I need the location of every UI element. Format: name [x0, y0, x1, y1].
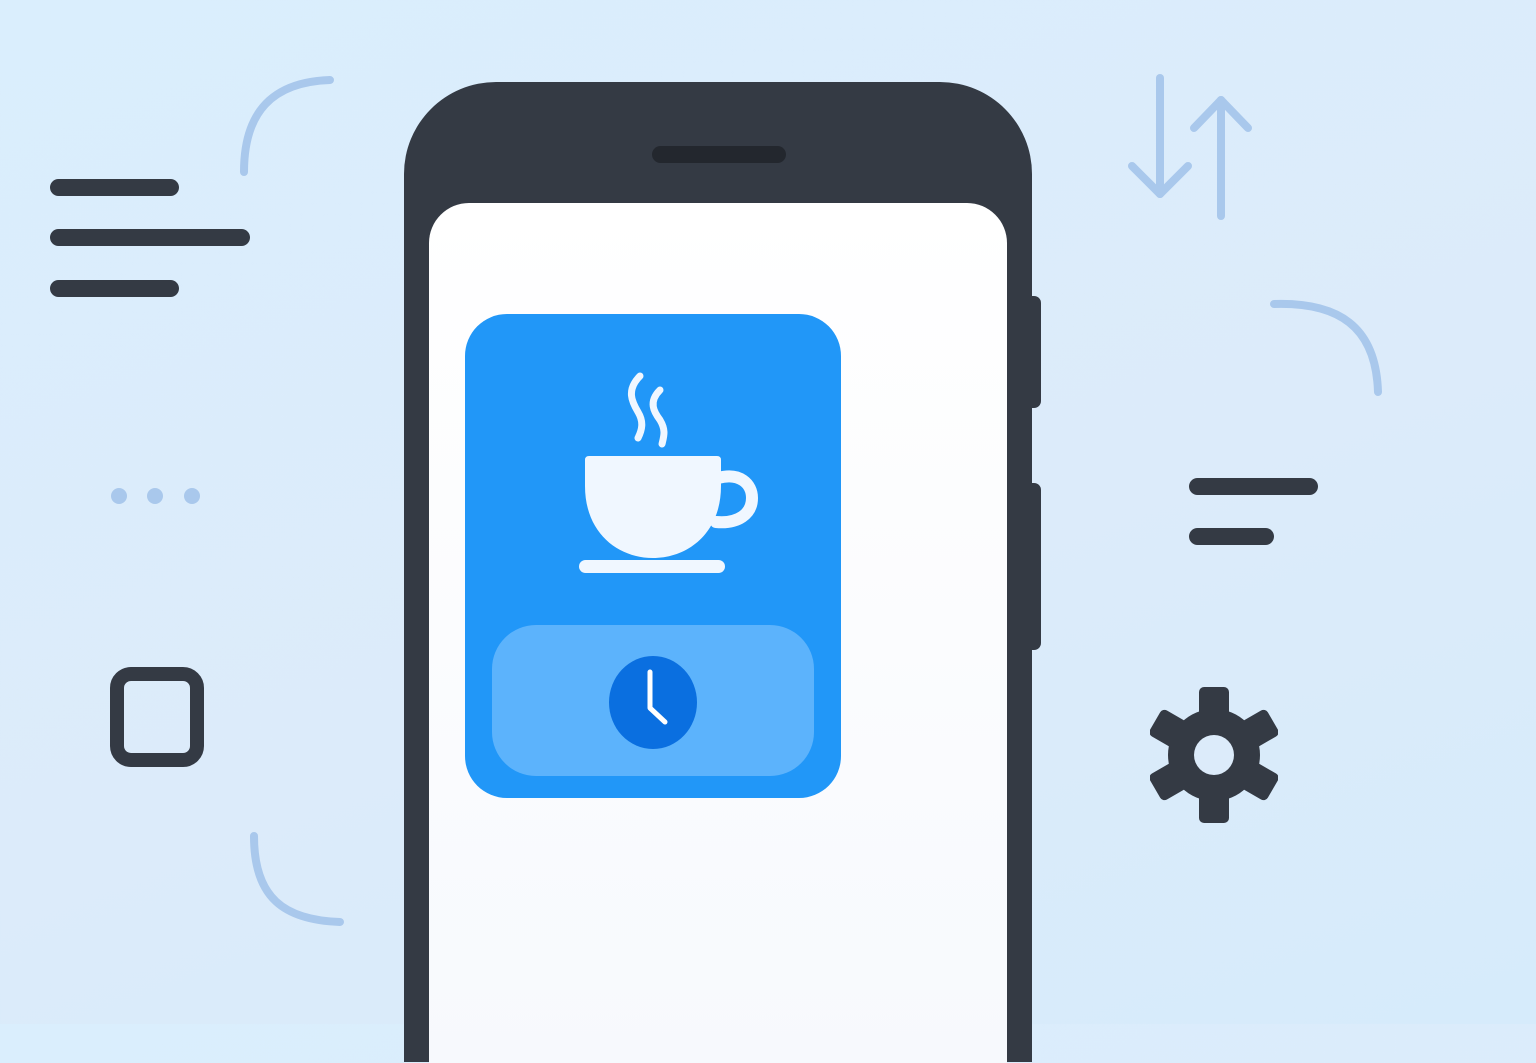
filter-line: [1189, 528, 1274, 545]
sort-arrows-icon: [1128, 74, 1252, 220]
coffee-cup-icon: [579, 372, 759, 573]
menu-line: [50, 229, 250, 246]
phone-side-button[interactable]: [1028, 483, 1041, 650]
phone-side-button[interactable]: [1028, 296, 1041, 408]
filter-line: [1189, 478, 1318, 495]
menu-line: [50, 280, 179, 297]
menu-line: [50, 179, 179, 196]
corner-arc-right: [1270, 299, 1382, 396]
phone-speaker: [652, 146, 786, 163]
square-icon: [110, 667, 204, 767]
corner-arc-bottom-left: [250, 832, 344, 926]
more-dots-icon: [111, 488, 200, 504]
gear-icon: [1150, 687, 1278, 823]
corner-arc-top-left: [240, 76, 334, 176]
clock-icon: [609, 656, 697, 749]
